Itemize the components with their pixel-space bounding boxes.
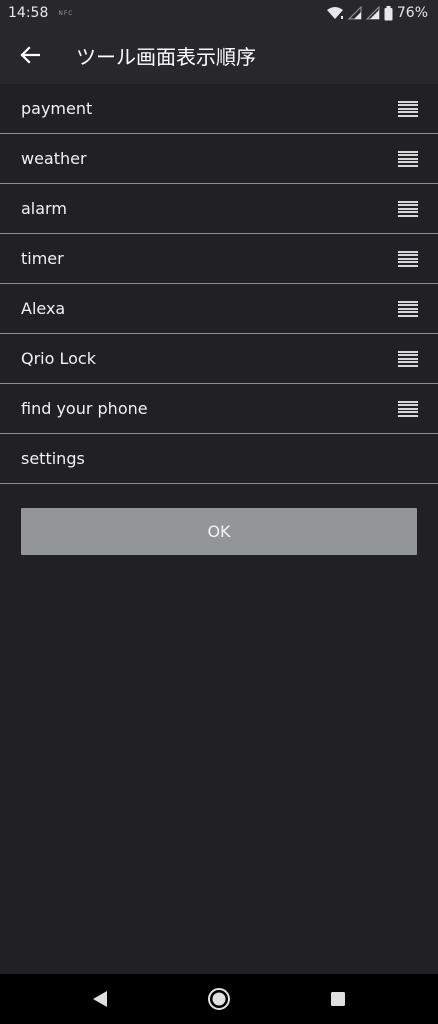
back-button[interactable] [0, 26, 60, 84]
list-item-alarm[interactable]: alarm [0, 184, 438, 234]
list-item-qrio-lock[interactable]: Qrio Lock [0, 334, 438, 384]
tool-order-list: payment weather alarm timer Alexa Qrio L… [0, 84, 438, 484]
list-item-label: Qrio Lock [21, 349, 96, 368]
list-item-label: alarm [21, 199, 67, 218]
nav-back-button[interactable] [75, 974, 125, 1024]
status-right: 76% [326, 5, 428, 21]
list-item-find-your-phone[interactable]: find your phone [0, 384, 438, 434]
nav-recents-button[interactable] [313, 974, 363, 1024]
list-item-label: settings [21, 449, 85, 468]
list-item-alexa[interactable]: Alexa [0, 284, 438, 334]
drag-handle-icon[interactable] [398, 350, 418, 367]
system-nav-bar [0, 974, 438, 1024]
app-bar: ツール画面表示順序 [0, 26, 438, 84]
drag-handle-icon[interactable] [398, 150, 418, 167]
list-item-label: weather [21, 149, 87, 168]
arrow-back-icon [20, 46, 40, 64]
status-left: 14:58 NFC [8, 5, 74, 21]
status-note: NFC [58, 9, 74, 17]
battery-percent: 76% [396, 5, 428, 21]
home-circle-icon [207, 988, 230, 1010]
nav-home-button[interactable] [194, 974, 244, 1024]
drag-handle-icon[interactable] [398, 200, 418, 217]
list-item-timer[interactable]: timer [0, 234, 438, 284]
recents-square-icon [331, 992, 346, 1006]
list-item-settings[interactable]: settings [0, 434, 438, 484]
list-item-weather[interactable]: weather [0, 134, 438, 184]
status-time: 14:58 [8, 5, 49, 21]
list-item-label: timer [21, 249, 64, 268]
drag-handle-icon[interactable] [398, 100, 418, 117]
list-item-label: payment [21, 99, 93, 118]
drag-handle-icon[interactable] [398, 250, 418, 267]
ok-button[interactable]: OK [21, 508, 417, 555]
list-item-payment[interactable]: payment [0, 84, 438, 134]
list-item-label: Alexa [21, 299, 66, 318]
page-title: ツール画面表示順序 [76, 44, 256, 69]
list-item-label: find your phone [21, 399, 148, 418]
back-triangle-icon [92, 991, 107, 1007]
battery-icon [384, 5, 393, 20]
wifi-icon [326, 7, 343, 19]
drag-handle-icon[interactable] [398, 400, 418, 417]
drag-handle-icon[interactable] [398, 300, 418, 317]
status-bar: 14:58 NFC 76% [0, 0, 438, 26]
signal-icon [365, 6, 380, 20]
signal-icon [347, 6, 362, 20]
